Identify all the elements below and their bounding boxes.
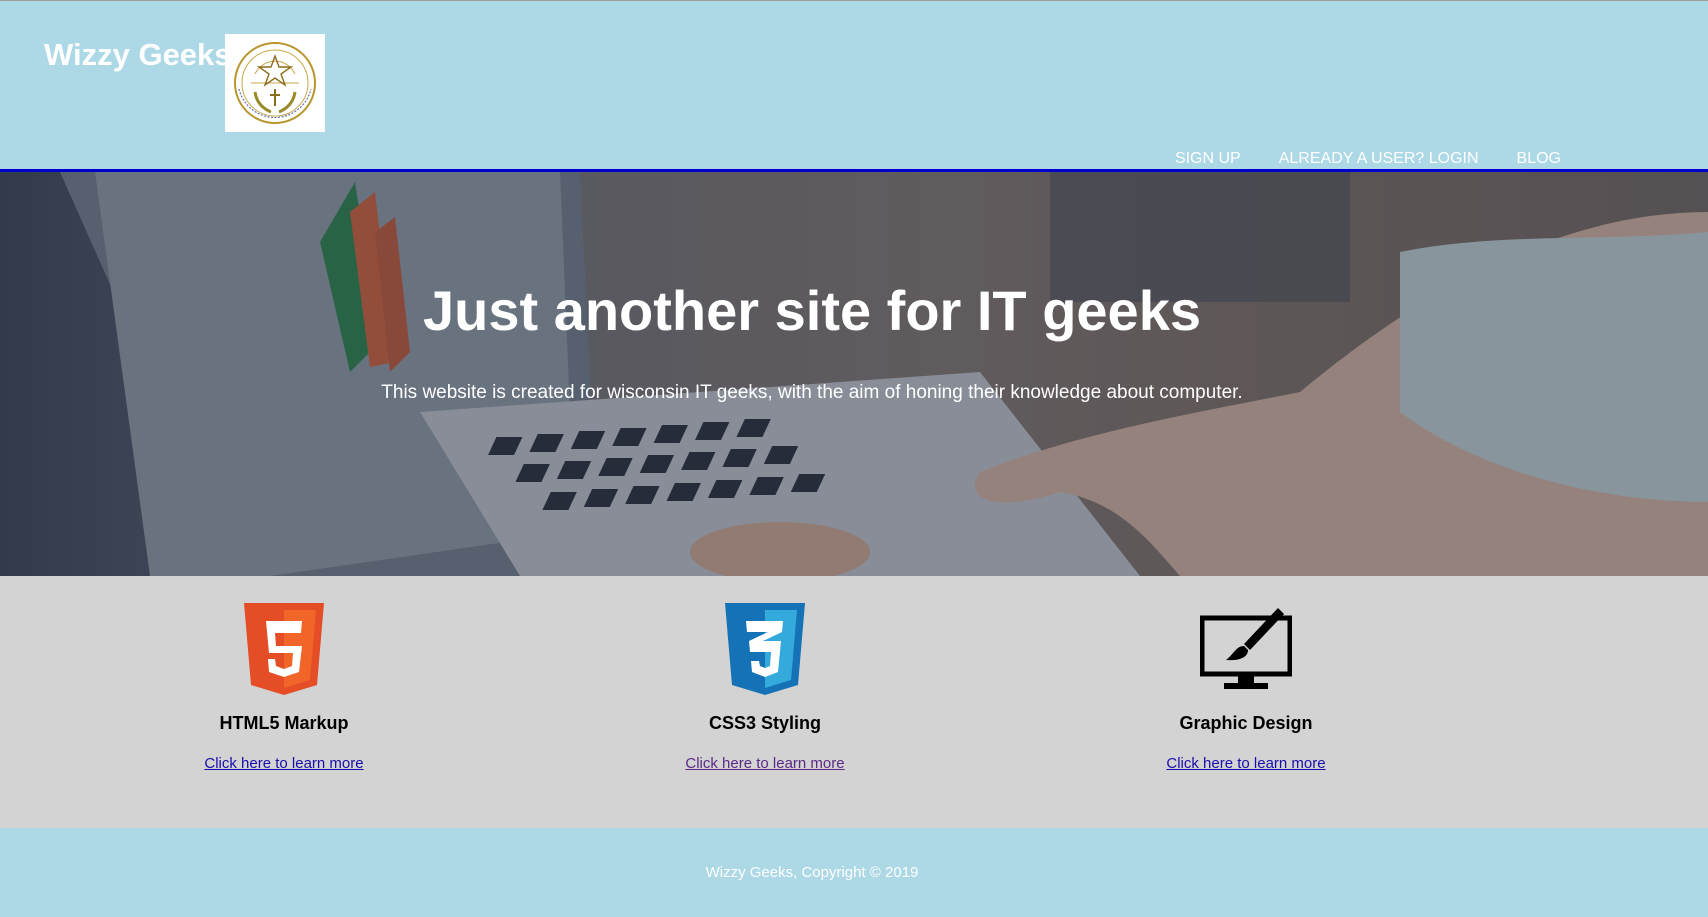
features-section: HTML5 Markup Click here to learn more CS… [0, 576, 1708, 828]
site-header: Wizzy Geeks SIGN UP ALREADY A USER? LOGI… [0, 1, 1708, 172]
feature-title: HTML5 Markup [219, 713, 349, 733]
feature-css3: CSS3 Styling Click here to learn more [615, 603, 915, 773]
hero-subtitle: This website is created for wisconsin IT… [381, 382, 1243, 403]
feature-html5: HTML5 Markup Click here to learn more [134, 603, 434, 773]
brand-title: Wizzy Geeks [44, 37, 232, 72]
feature-title: CSS3 Styling [708, 713, 822, 733]
learn-more-link[interactable]: Click here to learn more [204, 755, 363, 772]
nav-sign-up[interactable]: SIGN UP [1175, 150, 1241, 168]
feature-title: Graphic Design [1179, 713, 1313, 733]
college-seal-logo [225, 34, 325, 132]
hero-banner: Just another site for IT geeks This webs… [0, 172, 1708, 576]
html5-icon [244, 603, 324, 695]
feature-graphic-design: Graphic Design Click here to learn more [1096, 603, 1396, 773]
css3-icon [725, 603, 805, 695]
footer-copyright: Wizzy Geeks, Copyright © 2019 [705, 864, 919, 881]
learn-more-link[interactable]: Click here to learn more [1166, 755, 1325, 772]
nav-blog[interactable]: BLOG [1517, 150, 1561, 168]
learn-more-link[interactable]: Click here to learn more [685, 755, 844, 772]
nav-login[interactable]: ALREADY A USER? LOGIN [1279, 150, 1479, 168]
main-nav: SIGN UP ALREADY A USER? LOGIN BLOG [1175, 150, 1561, 168]
hero-title: Just another site for IT geeks [423, 279, 1201, 342]
site-footer: Wizzy Geeks, Copyright © 2019 [0, 828, 1708, 917]
monitor-brush-icon [1200, 608, 1292, 689]
